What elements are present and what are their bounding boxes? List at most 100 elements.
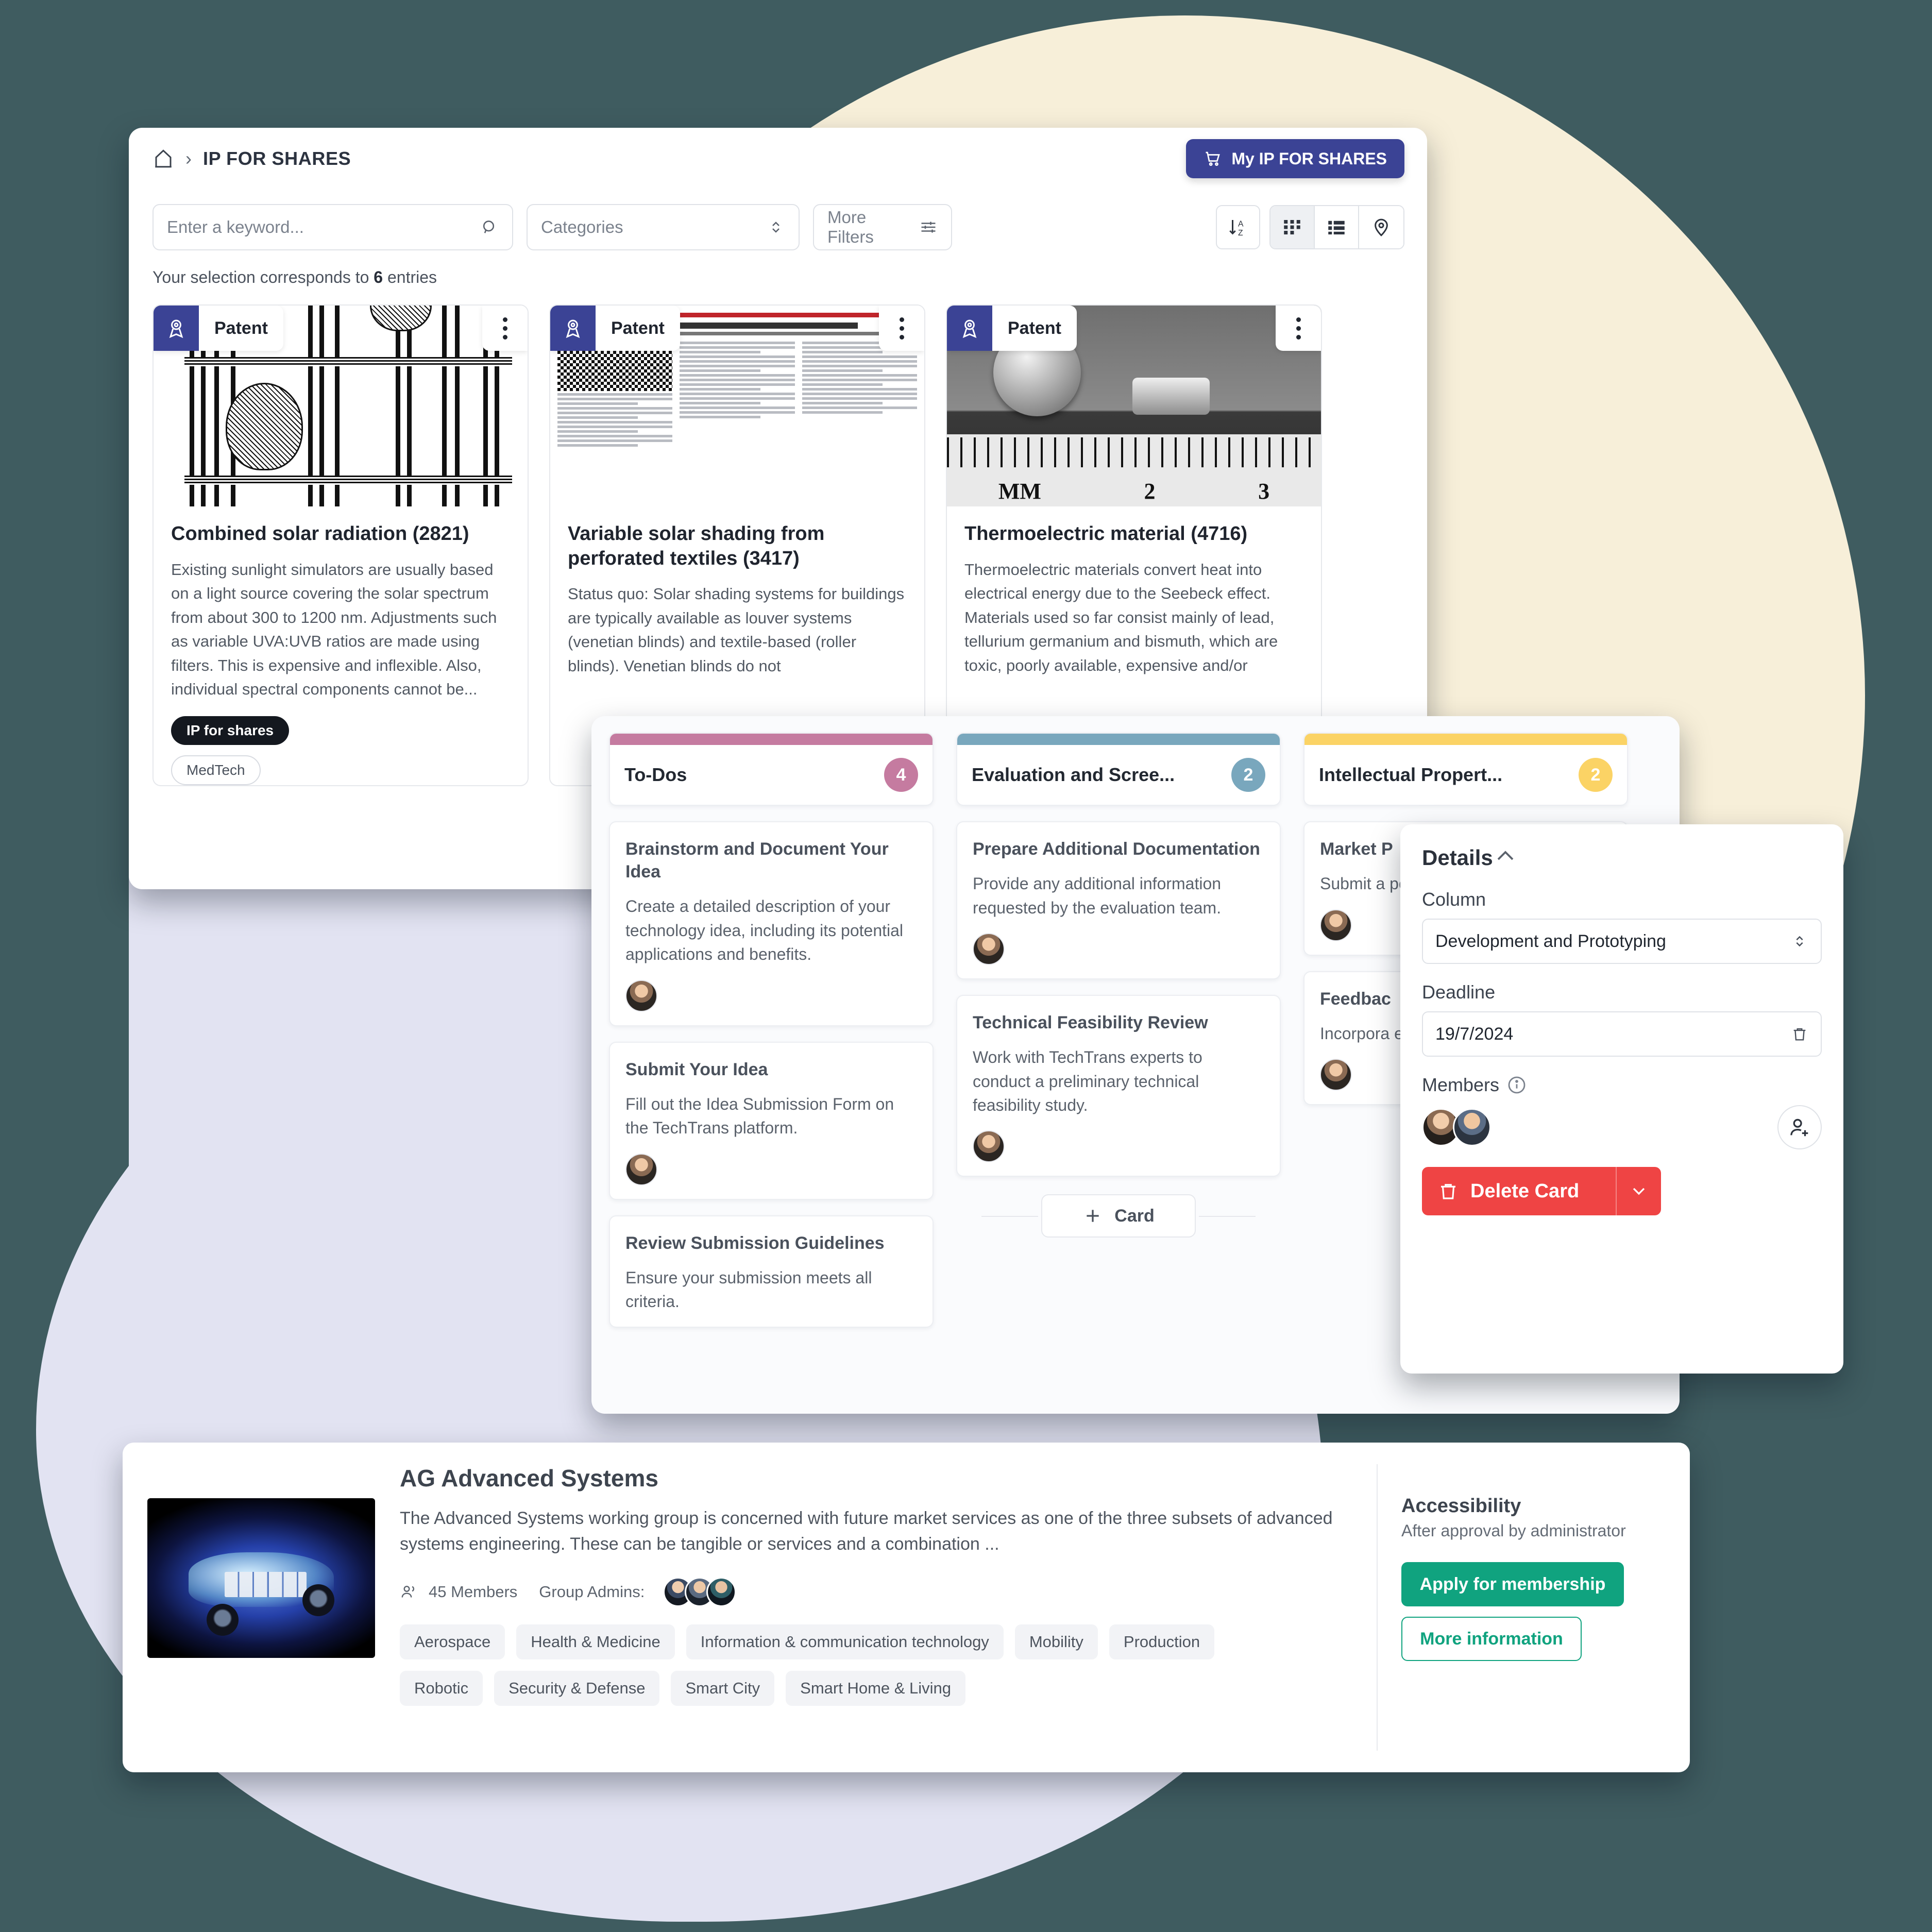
card-menu-button[interactable] xyxy=(1276,306,1321,351)
trash-icon xyxy=(1441,1184,1455,1199)
details-title: Details xyxy=(1422,845,1493,870)
add-card-button[interactable]: Card xyxy=(981,1194,1256,1238)
list-view-icon xyxy=(1328,221,1345,234)
page-title: IP FOR SHARES xyxy=(203,148,351,169)
map-view-button[interactable] xyxy=(1359,206,1403,248)
topic-chip[interactable]: Smart Home & Living xyxy=(786,1670,966,1706)
topic-chip[interactable]: Smart City xyxy=(671,1670,775,1706)
topic-chip[interactable]: Mobility xyxy=(1014,1624,1098,1659)
tag-category[interactable]: MedTech xyxy=(171,755,261,785)
chevron-down-icon xyxy=(1633,1188,1645,1195)
admin-avatar[interactable] xyxy=(706,1577,737,1607)
group-thumbnail-image xyxy=(147,1498,375,1658)
more-information-button[interactable]: More information xyxy=(1401,1617,1582,1661)
accessibility-subtitle: After approval by administrator xyxy=(1401,1521,1626,1540)
my-ip-for-shares-button[interactable]: My IP FOR SHARES xyxy=(1186,139,1404,178)
kanban-card[interactable]: Prepare Additional Documentation Provide… xyxy=(956,821,1281,979)
group-meta: 45 Members Group Admins: xyxy=(400,1577,1358,1607)
column-title: Evaluation and Scree... xyxy=(972,764,1175,785)
kanban-column-header[interactable]: To-Dos 4 xyxy=(609,733,934,806)
member-avatar[interactable] xyxy=(625,1153,657,1185)
card-menu-button[interactable] xyxy=(482,306,528,351)
view-tools: A Z xyxy=(1216,205,1404,249)
categories-select[interactable]: Categories xyxy=(527,204,800,250)
svg-text:Z: Z xyxy=(1238,229,1243,238)
details-header: Details xyxy=(1422,844,1822,871)
patent-description: Existing sunlight simulators are usually… xyxy=(171,560,497,699)
collapse-button[interactable] xyxy=(1493,844,1518,871)
view-mode-group xyxy=(1269,205,1404,249)
member-avatar[interactable] xyxy=(1320,909,1352,941)
map-pin-icon xyxy=(1375,218,1388,236)
column-color-stripe xyxy=(1304,734,1627,745)
topic-chip[interactable]: Information & communication technology xyxy=(686,1624,1004,1659)
add-user-icon xyxy=(1790,1118,1808,1137)
breadcrumb-separator: › xyxy=(185,148,192,169)
patent-card[interactable]: MM 2 3 Patent Thermoelectric material (4… xyxy=(946,304,1322,786)
kanban-card[interactable]: Brainstorm and Document Your Idea Create… xyxy=(609,821,934,1026)
search-input[interactable]: Enter a keyword... xyxy=(152,204,513,250)
kanban-column-todos: To-Dos 4 Brainstorm and Document Your Id… xyxy=(609,733,934,1328)
patent-title: Thermoelectric material (4716) xyxy=(964,523,1248,545)
card-description: Ensure your submission meets all criteri… xyxy=(625,1268,872,1311)
member-avatar[interactable] xyxy=(1453,1108,1491,1146)
group-main-content: AG Advanced Systems The Advanced Systems… xyxy=(375,1464,1377,1751)
member-avatar[interactable] xyxy=(625,979,657,1012)
award-ribbon-icon xyxy=(550,306,596,351)
group-accessibility-section: Accessibility After approval by administ… xyxy=(1377,1464,1665,1751)
tag-ip-for-shares[interactable]: IP for shares xyxy=(171,716,290,745)
deadline-input[interactable]: 19/7/2024 xyxy=(1422,1011,1822,1057)
patent-card[interactable]: Patent Combined solar radiation (2821) E… xyxy=(152,304,529,786)
card-menu-button[interactable] xyxy=(879,306,924,351)
patent-badge-label: Patent xyxy=(1008,318,1061,338)
info-icon[interactable] xyxy=(1506,1075,1527,1095)
breadcrumb: › IP FOR SHARES xyxy=(152,148,351,170)
card-description: Work with TechTrans experts to conduct a… xyxy=(973,1048,1202,1114)
result-count: 6 xyxy=(374,268,383,286)
patent-description: Thermoelectric materials convert heat in… xyxy=(964,560,1278,674)
topic-chip[interactable]: Robotic xyxy=(400,1670,483,1706)
home-icon[interactable] xyxy=(152,148,174,170)
patent-card-grid: Patent Combined solar radiation (2821) E… xyxy=(129,287,1427,786)
kanban-card[interactable]: Review Submission Guidelines Ensure your… xyxy=(609,1215,934,1328)
patent-badge-label: Patent xyxy=(611,318,665,338)
member-avatar[interactable] xyxy=(1320,1059,1352,1091)
delete-card-dropdown[interactable] xyxy=(1616,1167,1661,1215)
column-select-value: Development and Prototyping xyxy=(1435,931,1666,951)
card-description: Fill out the Idea Submission Form on the… xyxy=(625,1094,894,1138)
card-description: Provide any additional information reque… xyxy=(973,874,1222,917)
kanban-card[interactable]: Technical Feasibility Review Work with T… xyxy=(956,994,1281,1177)
deadline-field-label: Deadline xyxy=(1422,981,1496,1003)
kanban-column-header[interactable]: Intellectual Propert... 2 xyxy=(1303,733,1628,806)
card-title: Review Submission Guidelines xyxy=(625,1233,885,1253)
topic-chip[interactable]: Security & Defense xyxy=(494,1670,660,1706)
group-admins-label: Group Admins: xyxy=(539,1582,645,1601)
column-select[interactable]: Development and Prototyping xyxy=(1422,919,1822,964)
grid-view-button[interactable] xyxy=(1270,206,1315,248)
kebab-menu-icon xyxy=(502,315,507,342)
topic-chip[interactable]: Production xyxy=(1109,1624,1215,1659)
members-icon xyxy=(401,1585,415,1598)
more-filters-button[interactable]: More Filters xyxy=(813,204,952,250)
add-member-button[interactable] xyxy=(1777,1105,1822,1149)
member-avatar[interactable] xyxy=(973,1130,1005,1163)
sliders-icon xyxy=(921,222,936,233)
filter-bar: Enter a keyword... Categories More Filte… xyxy=(129,190,1427,250)
apply-for-membership-button[interactable]: Apply for membership xyxy=(1401,1562,1624,1606)
list-view-button[interactable] xyxy=(1315,206,1359,248)
trash-icon[interactable] xyxy=(1791,1024,1808,1044)
kanban-column-header[interactable]: Evaluation and Scree... 2 xyxy=(956,733,1281,806)
patent-description: Status quo: Solar shading systems for bu… xyxy=(568,585,905,675)
topic-chip[interactable]: Health & Medicine xyxy=(516,1624,675,1659)
member-avatar[interactable] xyxy=(973,933,1005,965)
delete-card-button[interactable]: Delete Card xyxy=(1422,1167,1661,1215)
topic-chip[interactable]: Aerospace xyxy=(400,1624,505,1659)
patent-thumbnail: Patent xyxy=(154,306,528,506)
column-field-label: Column xyxy=(1422,889,1486,910)
sort-az-button[interactable]: A Z xyxy=(1216,205,1260,249)
kanban-card[interactable]: Submit Your Idea Fill out the Idea Submi… xyxy=(609,1041,934,1200)
patent-card[interactable]: Patent Variable solar shading from perfo… xyxy=(549,304,925,786)
patent-title: Combined solar radiation (2821) xyxy=(171,523,469,545)
column-title: To-Dos xyxy=(624,764,687,785)
patent-badge: Patent xyxy=(154,306,283,351)
